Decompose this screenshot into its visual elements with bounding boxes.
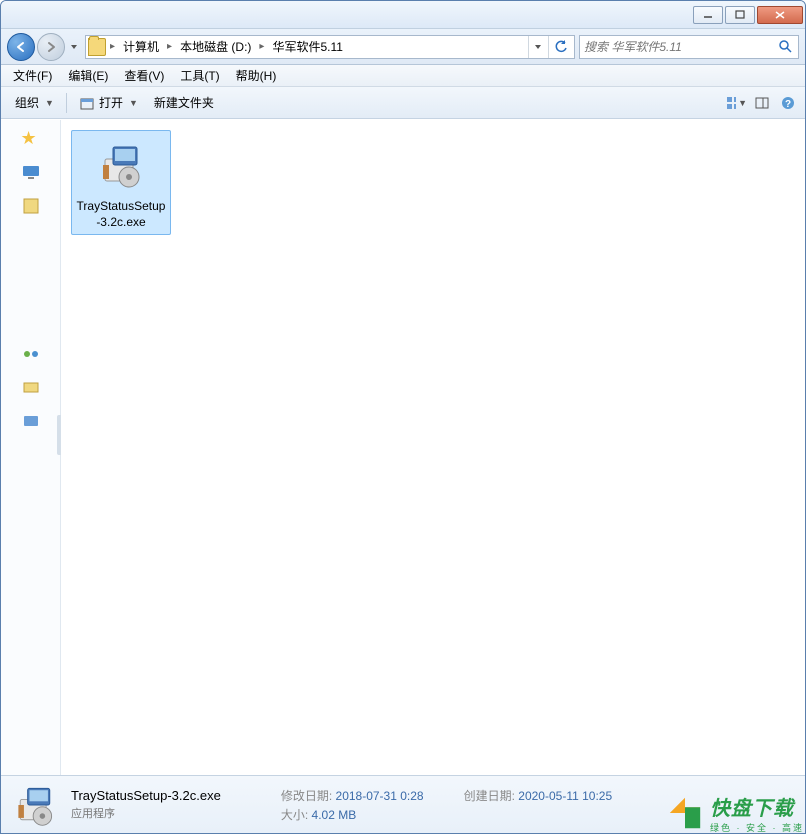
minimize-button[interactable] [693, 6, 723, 24]
desktop-icon[interactable] [21, 162, 41, 182]
computer-icon[interactable] [21, 378, 41, 398]
maximize-button[interactable] [725, 6, 755, 24]
create-date-label: 创建日期: [464, 789, 515, 803]
mod-date-label: 修改日期: [281, 789, 332, 803]
breadcrumb-folder[interactable]: 华军软件5.11 [268, 36, 346, 58]
search-icon[interactable] [778, 39, 794, 55]
new-folder-button[interactable]: 新建文件夹 [146, 91, 222, 114]
chevron-down-icon: ▼ [738, 98, 747, 108]
create-date-value: 2020-05-11 10:25 [518, 789, 612, 803]
chevron-right-icon[interactable]: ▸ [257, 41, 266, 52]
details-info: TrayStatusSetup-3.2c.exe 应用程序 [71, 788, 221, 821]
toolbar-right: ▼ ? [725, 92, 799, 114]
svg-text:?: ? [785, 99, 791, 110]
details-filetype: 应用程序 [71, 805, 221, 821]
nav-history-dropdown[interactable] [67, 33, 81, 61]
homegroup-icon[interactable] [21, 344, 41, 364]
size-label: 大小: [281, 808, 308, 822]
chevron-down-icon: ▼ [129, 98, 138, 108]
view-options-button[interactable]: ▼ [725, 92, 747, 114]
titlebar [1, 1, 805, 29]
help-button[interactable]: ? [777, 92, 799, 114]
menu-edit[interactable]: 编辑(E) [60, 65, 116, 86]
search-input[interactable] [584, 40, 778, 54]
details-file-icon [11, 781, 59, 829]
file-name-label: TrayStatusSetup-3.2c.exe [76, 199, 166, 230]
mod-date-value: 2018-07-31 0:28 [336, 789, 424, 803]
file-item[interactable]: TrayStatusSetup-3.2c.exe [71, 130, 171, 235]
organize-button[interactable]: 组织 ▼ [7, 91, 62, 114]
chevron-right-icon[interactable]: ▸ [165, 41, 174, 52]
menu-help[interactable]: 帮助(H) [228, 65, 285, 86]
file-list[interactable]: TrayStatusSetup-3.2c.exe [61, 120, 805, 775]
chevron-down-icon: ▼ [45, 98, 54, 108]
breadcrumb-computer[interactable]: 计算机 [119, 36, 163, 58]
toolbar-label: 组织 [15, 94, 39, 111]
menu-view[interactable]: 查看(V) [116, 65, 172, 86]
menu-bar: 文件(F) 编辑(E) 查看(V) 工具(T) 帮助(H) [1, 65, 805, 87]
content-area: ★ TrayStatusSe [1, 119, 805, 775]
menu-tools[interactable]: 工具(T) [172, 65, 227, 86]
folder-icon [88, 38, 106, 56]
network-icon[interactable] [21, 412, 41, 432]
nav-arrows [7, 33, 81, 61]
favorites-icon[interactable]: ★ [21, 128, 41, 148]
search-box[interactable] [579, 35, 799, 59]
explorer-window: ▸ 计算机 ▸ 本地磁盘 (D:) ▸ 华军软件5.11 文件(F) 编辑(E)… [0, 0, 806, 834]
details-meta: 修改日期: 2018-07-31 0:28 大小: 4.02 MB 创建日期: … [281, 787, 612, 823]
installer-icon [91, 135, 151, 195]
details-pane: TrayStatusSetup-3.2c.exe 应用程序 修改日期: 2018… [1, 775, 805, 833]
toolbar: 组织 ▼ 打开 ▼ 新建文件夹 ▼ ? [1, 87, 805, 119]
open-icon [79, 95, 95, 111]
toolbar-label: 新建文件夹 [154, 94, 214, 111]
navigation-bar: ▸ 计算机 ▸ 本地磁盘 (D:) ▸ 华军软件5.11 [1, 29, 805, 65]
details-filename: TrayStatusSetup-3.2c.exe [71, 788, 221, 803]
breadcrumb-drive[interactable]: 本地磁盘 (D:) [176, 36, 255, 58]
navigation-pane[interactable]: ★ [1, 120, 61, 775]
toolbar-label: 打开 [99, 94, 123, 111]
address-dropdown[interactable] [528, 36, 546, 58]
libraries-icon[interactable] [21, 196, 41, 216]
chevron-right-icon[interactable]: ▸ [108, 41, 117, 52]
close-button[interactable] [757, 6, 803, 24]
address-bar[interactable]: ▸ 计算机 ▸ 本地磁盘 (D:) ▸ 华军软件5.11 [85, 35, 575, 59]
forward-button[interactable] [37, 33, 65, 61]
menu-file[interactable]: 文件(F) [5, 65, 60, 86]
preview-pane-button[interactable] [751, 92, 773, 114]
separator [66, 93, 67, 113]
size-value: 4.02 MB [312, 808, 357, 822]
refresh-button[interactable] [548, 36, 572, 58]
back-button[interactable] [7, 33, 35, 61]
open-button[interactable]: 打开 ▼ [71, 91, 146, 114]
